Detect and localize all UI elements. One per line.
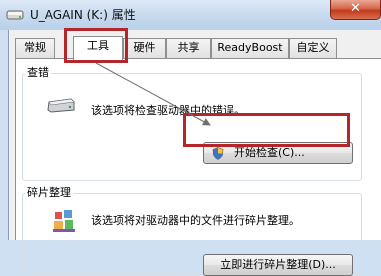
- check-button-highlight: [183, 113, 350, 147]
- error-check-title: 查错: [25, 66, 51, 80]
- defrag-group: 碎片整理 该选项将对驱动器中的文件进行碎片整理。 立即进行碎片整理(D)...: [22, 186, 362, 276]
- defrag-icon: [53, 209, 75, 236]
- close-button[interactable]: ✕: [330, 0, 381, 20]
- tab-label: 常规: [24, 41, 46, 54]
- tab-label: 共享: [177, 41, 200, 54]
- tab-customize[interactable]: 自定义: [289, 38, 337, 58]
- drive-icon: [6, 5, 24, 23]
- title-bar: U_AGAIN (K:) 属性 ✕: [0, 0, 381, 30]
- close-icon: ✕: [350, 1, 361, 16]
- tab-readyboost[interactable]: ReadyBoost: [211, 38, 289, 58]
- defrag-now-button[interactable]: 立即进行碎片整理(D)...: [203, 254, 353, 276]
- defrag-title: 碎片整理: [25, 186, 73, 200]
- tab-sharing[interactable]: 共享: [166, 38, 211, 58]
- defrag-description: 该选项将对驱动器中的文件进行碎片整理。: [91, 214, 300, 227]
- tab-general[interactable]: 常规: [15, 38, 55, 58]
- tab-label: ReadyBoost: [217, 41, 283, 54]
- defrag-now-label: 立即进行碎片整理(D)...: [220, 258, 336, 271]
- tools-tab-highlight: [64, 28, 128, 63]
- tab-label: 硬件: [133, 41, 156, 54]
- window-title: U_AGAIN (K:) 属性: [30, 8, 136, 22]
- tools-panel: 查错 该选项将检查驱动器中的错误。 开始检查(C)... 碎片整理 该选项将对驱…: [15, 58, 381, 276]
- tab-hardware[interactable]: 硬件: [123, 38, 166, 58]
- tab-label: 自定义: [296, 41, 330, 54]
- drive-check-icon: [46, 98, 76, 117]
- uac-shield-icon: [212, 147, 224, 160]
